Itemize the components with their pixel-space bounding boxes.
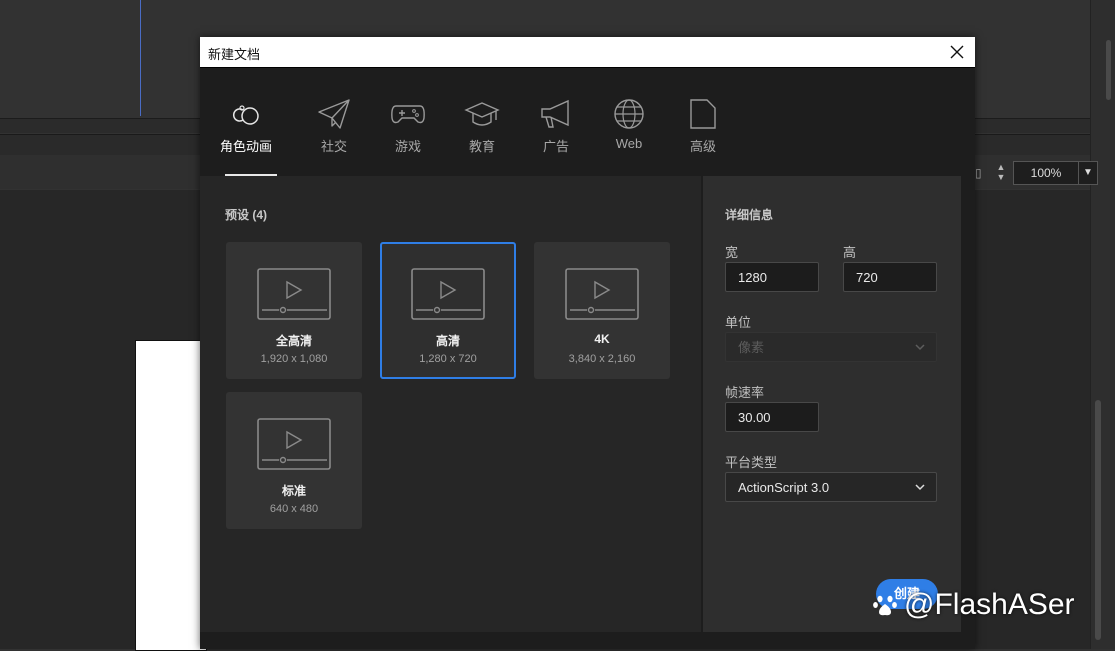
tab-advanced[interactable]: 高级: [668, 98, 738, 155]
tab-games[interactable]: 游戏: [373, 98, 443, 155]
megaphone-icon: [541, 99, 569, 128]
video-preset-icon: [565, 268, 639, 320]
zoom-control: ▯ ▲ ▼ 100% ▼: [975, 161, 1098, 185]
tab-education[interactable]: 教育: [447, 98, 517, 155]
graduation-cap-icon: [464, 102, 500, 126]
tab-label: 角色动画: [219, 139, 272, 154]
dialog-titlebar: 新建文档: [200, 37, 975, 68]
preset-name: 4K: [594, 332, 610, 346]
zoom-input[interactable]: 100%: [1013, 161, 1079, 185]
preset-name: 高清: [435, 334, 460, 348]
unit-select: 像素: [725, 332, 937, 362]
details-heading: 详细信息: [725, 208, 774, 222]
platform-value: ActionScript 3.0: [738, 480, 830, 495]
height-label: 高: [843, 245, 857, 260]
category-tabs: 角色动画 社交 游戏 教育 广告 Web 高级: [200, 68, 975, 176]
clip-icon[interactable]: ▯: [975, 165, 989, 181]
watermark: @FlashASer: [872, 588, 1075, 622]
chevron-down-icon: [915, 484, 925, 491]
new-document-dialog: 新建文档 角色动画 社交 游戏 教育 广告 Web 高级 预设 (4) 全高清 …: [200, 37, 975, 649]
preset-dimensions: 3,840 x 2,160: [568, 353, 636, 365]
tab-label: 社交: [320, 139, 347, 154]
tab-social[interactable]: 社交: [299, 98, 369, 155]
video-preset-icon: [411, 268, 485, 320]
paw-logo-icon: [873, 595, 897, 616]
paper-plane-icon: [318, 99, 350, 129]
dialog-title: 新建文档: [208, 47, 261, 62]
right-scroll-strip: [1090, 0, 1115, 649]
character-animation-icon: [233, 105, 259, 125]
tab-label: 教育: [468, 139, 495, 154]
tab-label: Web: [615, 136, 643, 151]
presets-heading: 预设 (4): [225, 208, 268, 222]
close-icon[interactable]: [945, 40, 969, 64]
tab-label: 游戏: [394, 139, 421, 154]
vertical-scrollbar-top[interactable]: [1106, 40, 1111, 100]
dialog-gutter: [961, 176, 975, 632]
preset-dimensions: 640 x 480: [269, 503, 319, 515]
preset-dimensions: 1,280 x 720: [419, 353, 477, 365]
unit-label: 单位: [725, 315, 752, 330]
video-preset-icon: [257, 268, 331, 320]
height-input[interactable]: 720: [843, 262, 937, 292]
fps-label: 帧速率: [725, 385, 765, 400]
video-preset-icon: [257, 418, 331, 470]
preset-card-hd[interactable]: 高清 1,280 x 720: [380, 242, 516, 379]
guide-line: [140, 0, 141, 116]
globe-icon: [614, 99, 644, 129]
zoom-stepper[interactable]: ▲ ▼: [995, 162, 1007, 184]
stage-document: [135, 340, 207, 651]
preset-card-standard[interactable]: 标准 640 x 480: [226, 392, 362, 529]
width-input[interactable]: 1280: [725, 262, 819, 292]
tab-label: 高级: [689, 139, 716, 154]
chevron-down-icon: [915, 344, 925, 351]
preset-card-full-hd[interactable]: 全高清 1,920 x 1,080: [226, 242, 362, 379]
preset-card-4k[interactable]: 4K 3,840 x 2,160: [534, 242, 670, 379]
tab-web[interactable]: Web: [594, 98, 664, 151]
gamepad-icon: [391, 105, 425, 124]
preset-name: 全高清: [275, 334, 312, 348]
details-panel: 详细信息 宽 1280 高 720 单位 像素 帧速率 30.00 平台类型 A…: [703, 176, 961, 632]
vertical-scrollbar[interactable]: [1095, 400, 1101, 640]
watermark-text: @FlashASer: [904, 588, 1075, 621]
tab-advertising[interactable]: 广告: [521, 98, 591, 155]
zoom-dropdown-chevron-icon[interactable]: ▼: [1079, 161, 1098, 185]
presets-panel: 预设 (4) 全高清 1,920 x 1,080 高清 1,280 x 720: [200, 176, 701, 632]
dialog-bottom-strip: [200, 633, 975, 649]
fps-input[interactable]: 30.00: [725, 402, 819, 432]
width-label: 宽: [725, 245, 739, 260]
tab-label: 广告: [542, 139, 569, 154]
tab-character-animation[interactable]: 角色动画: [215, 98, 277, 176]
preset-dimensions: 1,920 x 1,080: [260, 353, 328, 365]
platform-select[interactable]: ActionScript 3.0: [725, 472, 937, 502]
platform-label: 平台类型: [725, 455, 778, 470]
document-icon: [690, 99, 716, 129]
unit-value: 像素: [738, 340, 765, 355]
preset-name: 标准: [281, 484, 306, 498]
